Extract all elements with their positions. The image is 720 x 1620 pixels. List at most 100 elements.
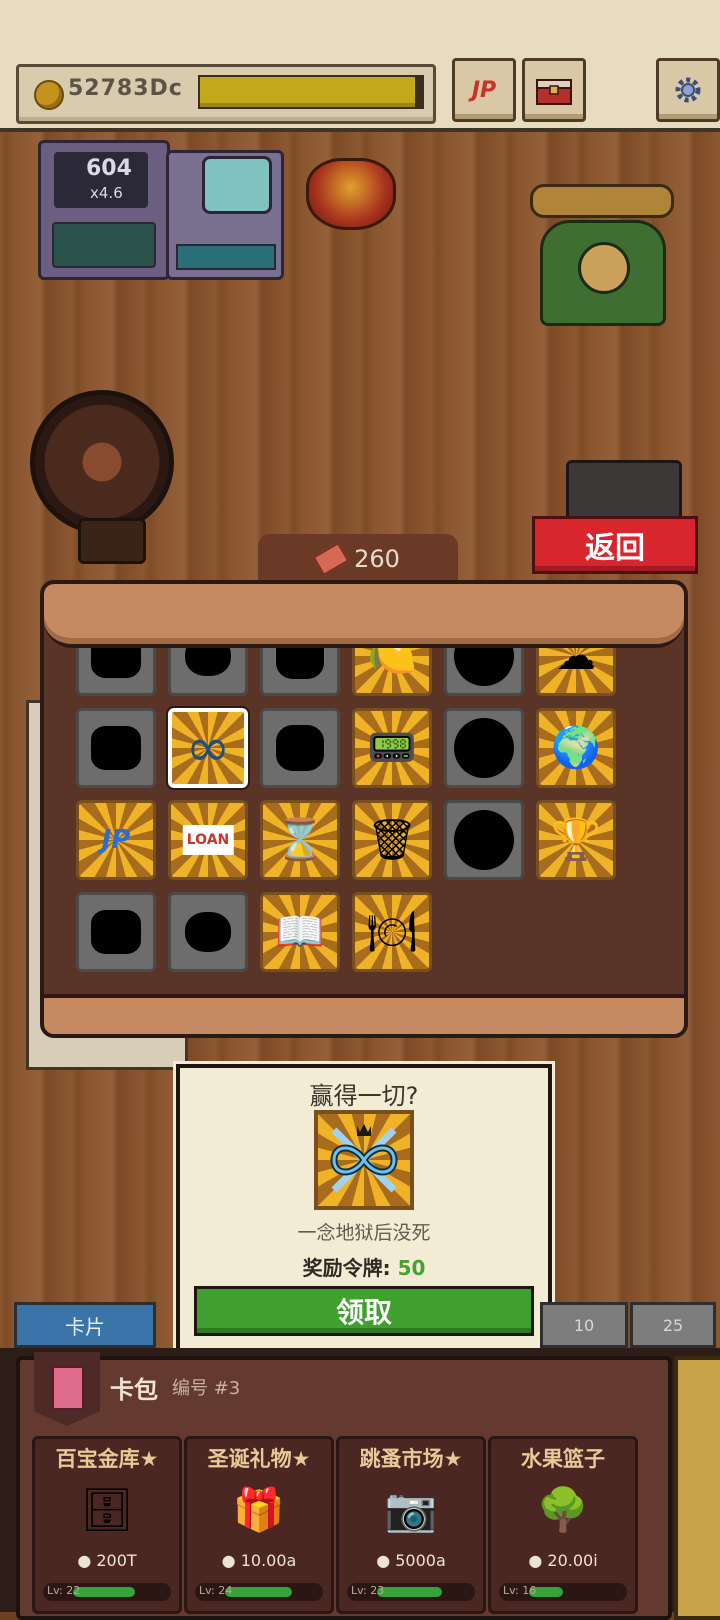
collection-card[interactable] <box>76 892 156 972</box>
pack-level-bar: Lv: 22 <box>43 1583 171 1601</box>
infinity-icon: ∞ <box>185 716 231 779</box>
trophy-icon: 🏆 <box>551 817 601 863</box>
coin-balance: 52783Dc <box>68 76 183 101</box>
card-pack[interactable]: 百宝金库★ 🗄 ● 200T Lv: 22 <box>32 1436 182 1614</box>
popup-title: 赢得一切? <box>309 1082 419 1110</box>
collection-card[interactable] <box>260 708 340 788</box>
pack-price: ● 200T <box>77 1551 137 1570</box>
bush-icon: 🌳 <box>536 1485 590 1534</box>
back-button[interactable]: 返回 <box>532 516 698 574</box>
coin-icon <box>34 80 64 110</box>
collection-card[interactable]: JP <box>76 800 156 880</box>
tab-buy-10[interactable]: 10 <box>540 1302 628 1348</box>
pack-name: 百宝金库★ <box>55 1447 159 1471</box>
desk-fan <box>30 390 174 534</box>
pack-price: ● 10.00a <box>221 1551 297 1570</box>
collection-card[interactable] <box>76 708 156 788</box>
collection-card[interactable]: 🏆 <box>536 800 616 880</box>
multiplier-value: x4.6 <box>90 184 123 202</box>
pack-level: Lv: 22 <box>47 1584 81 1597</box>
settings-button[interactable] <box>656 58 720 122</box>
collection-card[interactable]: 🍋 <box>352 640 432 696</box>
ticket-counter: 260 <box>258 534 458 584</box>
collection-card[interactable] <box>76 640 156 696</box>
collection-card[interactable]: ∞ <box>166 706 250 790</box>
pack-price: ● 5000a <box>376 1551 446 1570</box>
pack-name: 圣诞礼物★ <box>207 1447 311 1471</box>
pack-level: Lv: 23 <box>351 1584 385 1597</box>
counter-value: 604 <box>86 156 132 181</box>
tab-buy-25[interactable]: 25 <box>630 1302 716 1348</box>
jp-icon: JP <box>471 77 497 103</box>
card-pack[interactable]: 圣诞礼物★ 🎁 ● 10.00a Lv: 24 <box>184 1436 334 1614</box>
pack-shelf-number: 编号 #3 <box>172 1378 241 1399</box>
card-detail-popup: 赢得一切? 一念地狱后没死 奖励令牌: 50 领取 <box>176 1064 552 1352</box>
ticket-icon <box>312 541 350 577</box>
collection-card[interactable] <box>168 640 248 696</box>
pack-level-bar: Lv: 16 <box>499 1583 627 1601</box>
trash-can-icon: 🗑 <box>366 817 418 863</box>
progress-bar <box>198 75 424 109</box>
collection-card[interactable]: LOAN <box>168 800 248 880</box>
collection-card[interactable]: 📖 <box>260 892 340 972</box>
ticket-count: 260 <box>354 545 400 573</box>
pack-level-bar: Lv: 24 <box>195 1583 323 1601</box>
desk-fan-base <box>78 518 146 564</box>
pack-badge <box>34 1352 100 1426</box>
card-collection-panel: 🍋 ☁ ∞ 📟 🌍 JP LOAN ⌛ 🗑 🏆 📖 🍽 <box>40 580 688 1038</box>
collection-card[interactable]: ☁ <box>536 640 616 696</box>
card-pack[interactable]: 跳蚤市场★ 📷 ● 5000a Lv: 23 <box>336 1436 486 1614</box>
pack-level-fill <box>225 1587 293 1597</box>
collection-card[interactable]: 🗑 <box>352 800 432 880</box>
collection-card[interactable] <box>444 640 524 696</box>
computer-screen <box>202 156 272 214</box>
book-icon: 📖 <box>275 909 325 955</box>
pack-level: Lv: 16 <box>503 1584 537 1597</box>
panel-bottom-trim <box>44 994 684 1034</box>
gift-icon: 🎁 <box>232 1485 286 1534</box>
collection-card[interactable] <box>444 800 524 880</box>
claim-button[interactable]: 领取 <box>194 1286 534 1336</box>
collection-card[interactable]: ⌛ <box>260 800 340 880</box>
tab-cards[interactable]: 卡片 <box>14 1302 156 1348</box>
pack-level-fill <box>73 1587 136 1597</box>
progress-fill <box>200 77 416 107</box>
collection-card[interactable] <box>168 892 248 972</box>
card-pack[interactable]: 水果篮子 🌳 ● 20.00i Lv: 16 <box>488 1436 638 1614</box>
card-pack-icon <box>52 1366 84 1410</box>
pack-level-bar: Lv: 23 <box>347 1583 475 1601</box>
locked-silhouette <box>91 726 141 770</box>
gear-icon <box>675 77 701 103</box>
collection-card[interactable]: 🍽 <box>352 892 432 972</box>
reward-label: 奖励令牌: <box>302 1256 398 1280</box>
chest-icon <box>536 79 572 105</box>
pack-name: 跳蚤市场★ <box>359 1447 463 1471</box>
next-shelf-edge[interactable] <box>674 1356 720 1620</box>
pack-level-fill <box>377 1587 443 1597</box>
locked-silhouette <box>91 910 141 954</box>
jackpot-button[interactable]: JP <box>452 58 516 122</box>
locked-silhouette <box>185 912 231 952</box>
devices-icon: 📟 <box>367 725 417 771</box>
computer-display <box>176 244 276 270</box>
pack-name: 水果篮子 <box>521 1447 605 1471</box>
reward-value: 50 <box>397 1256 426 1280</box>
collection-card[interactable]: 🌍 <box>536 708 616 788</box>
popup-card-image <box>314 1110 414 1210</box>
panel-top-lid <box>44 584 684 648</box>
collection-card[interactable]: 📟 <box>352 708 432 788</box>
pack-shelf-title: 卡包 <box>110 1376 158 1404</box>
loan-icon: LOAN <box>182 825 234 855</box>
collection-card[interactable] <box>444 708 524 788</box>
plates-icon: 🍽 <box>366 909 418 955</box>
card-grid: 🍋 ☁ ∞ 📟 🌍 JP LOAN ⌛ 🗑 🏆 📖 🍽 <box>76 640 646 976</box>
telephone-dial <box>578 242 630 294</box>
incense-burner <box>306 158 396 230</box>
jp-icon: JP <box>101 825 131 855</box>
globe-icon: 🌍 <box>551 725 601 771</box>
counter-lower-screen <box>52 222 156 268</box>
hourglass-icon: ⌛ <box>275 817 325 863</box>
popup-reward: 奖励令牌: 50 <box>180 1252 548 1281</box>
collection-card[interactable] <box>260 640 340 696</box>
chest-button[interactable] <box>522 58 586 122</box>
